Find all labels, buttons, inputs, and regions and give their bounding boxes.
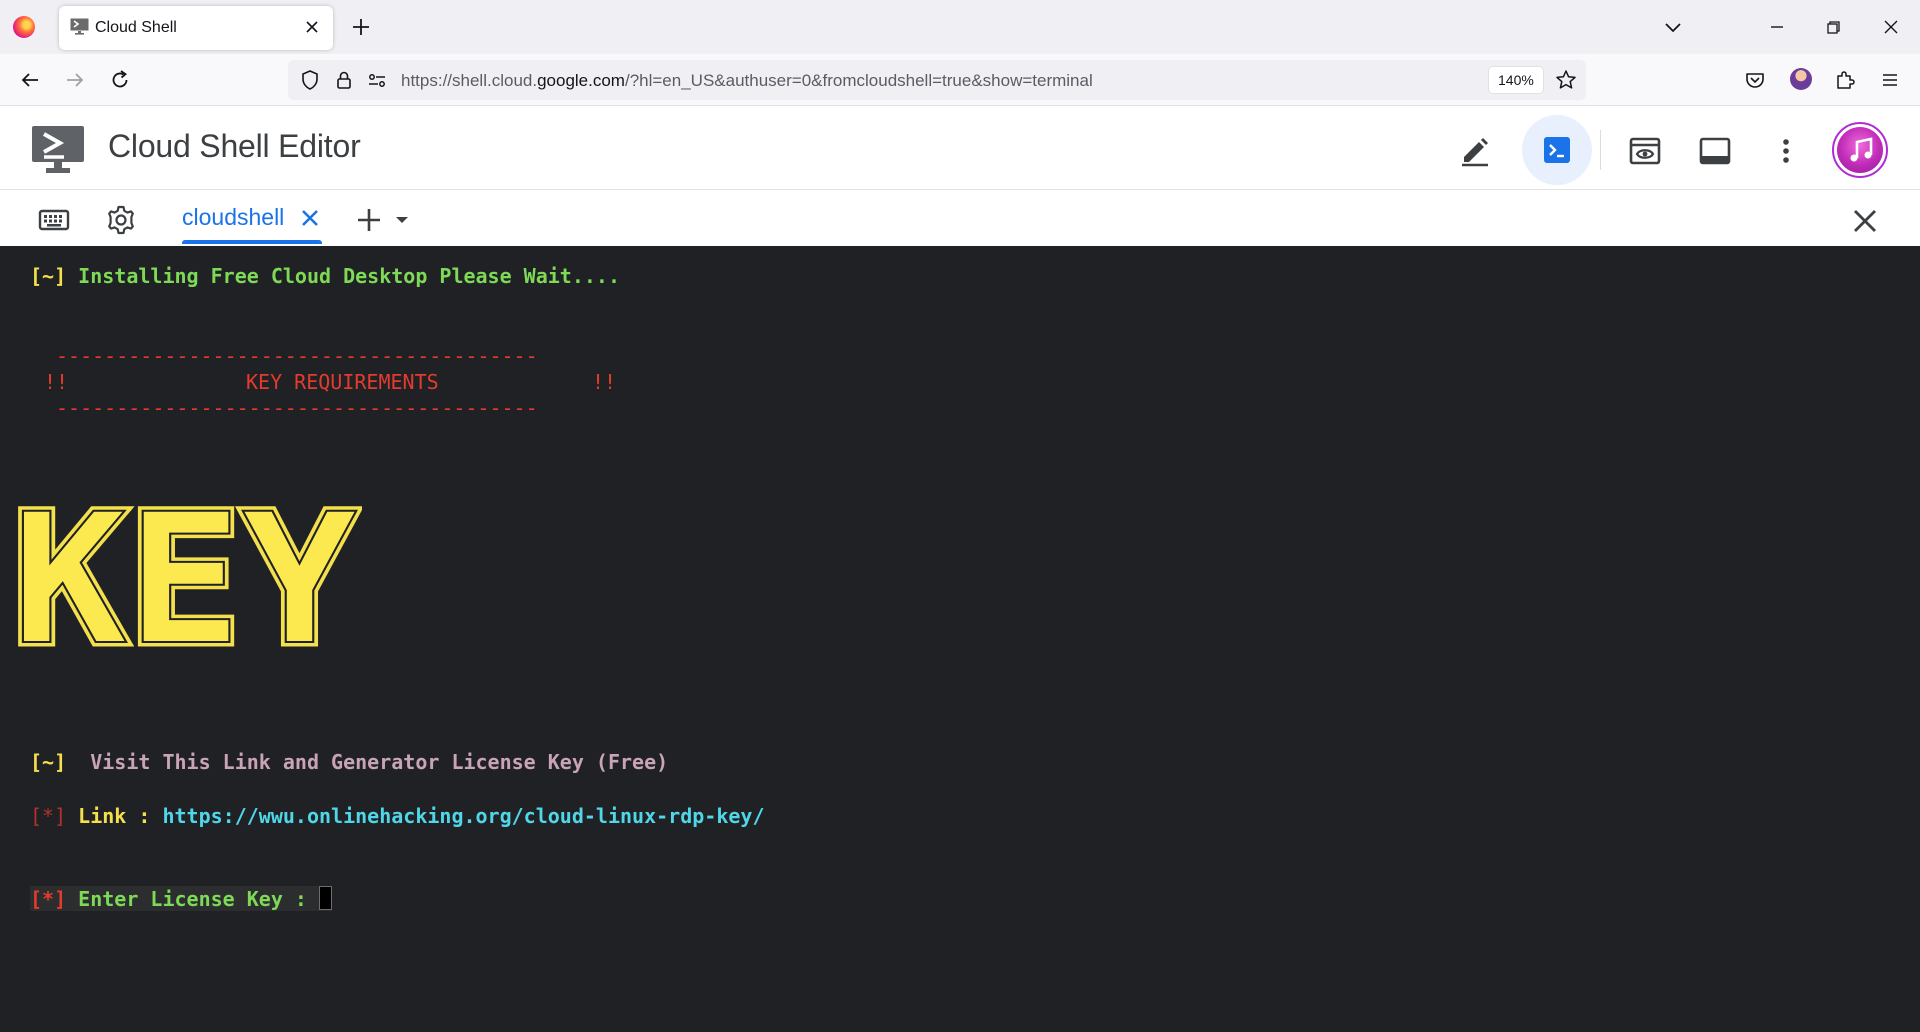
layout-icon[interactable] bbox=[1698, 134, 1732, 168]
lock-icon[interactable] bbox=[333, 69, 355, 91]
terminal-line-visit: [~] Visit This Link and Generator Licens… bbox=[30, 750, 669, 774]
terminal-line-enter-key: [*] Enter License Key : bbox=[30, 886, 332, 911]
url-text[interactable]: https://shell.cloud.google.com/?hl=en_US… bbox=[401, 71, 1093, 91]
pencil-icon[interactable] bbox=[1458, 134, 1492, 168]
terminal-icon bbox=[1544, 137, 1570, 163]
license-link[interactable]: https://wwu.onlinehacking.org/cloud-linu… bbox=[162, 804, 764, 828]
active-tab-indicator bbox=[182, 240, 322, 244]
music-note-icon bbox=[1850, 137, 1873, 162]
zoom-level-badge[interactable]: 140% bbox=[1489, 67, 1543, 93]
extensions-puzzle-icon[interactable] bbox=[1832, 67, 1858, 93]
browser-tab-cloud-shell[interactable]: Cloud Shell bbox=[59, 6, 333, 50]
header-divider bbox=[1600, 130, 1601, 170]
web-preview-icon[interactable] bbox=[1628, 134, 1662, 168]
browser-tab-strip: Cloud Shell bbox=[0, 0, 1920, 54]
terminal-tab-label: cloudshell bbox=[182, 204, 285, 230]
browser-tab-title: Cloud Shell bbox=[95, 19, 177, 36]
pocket-icon[interactable] bbox=[1742, 67, 1768, 93]
ascii-art-key-logo: KEY KEY bbox=[12, 502, 362, 652]
back-arrow-icon[interactable] bbox=[17, 67, 43, 93]
app-menu-hamburger-icon[interactable] bbox=[1877, 67, 1903, 93]
terminal-dash-line-top: ---------------------------------------- bbox=[56, 344, 538, 368]
close-window-icon[interactable] bbox=[1878, 14, 1904, 40]
add-terminal-tab-icon[interactable] bbox=[356, 206, 412, 234]
forward-arrow-icon[interactable] bbox=[62, 67, 88, 93]
terminal-key-requirements: !! KEY REQUIREMENTS!! bbox=[44, 370, 617, 394]
close-tab-icon[interactable] bbox=[301, 16, 323, 38]
more-vert-icon[interactable] bbox=[1769, 134, 1803, 168]
account-avatar-icon[interactable] bbox=[1790, 68, 1812, 90]
reload-icon[interactable] bbox=[107, 67, 133, 93]
terminal-cursor[interactable] bbox=[319, 886, 332, 910]
user-avatar[interactable] bbox=[1832, 122, 1888, 178]
app-title: Cloud Shell Editor bbox=[108, 128, 361, 164]
svg-text:KEY: KEY bbox=[12, 502, 357, 652]
terminal-line-installing: [~] Installing Free Cloud Desktop Please… bbox=[30, 264, 621, 288]
firefox-logo-icon[interactable] bbox=[13, 16, 35, 38]
terminal-line-link: [*] Link : https://wwu.onlinehacking.org… bbox=[30, 804, 765, 828]
settings-gear-icon[interactable] bbox=[105, 204, 137, 236]
restore-window-icon[interactable] bbox=[1820, 14, 1846, 40]
terminal-tab-bar: cloudshell bbox=[0, 190, 1920, 246]
browser-nav-toolbar: https://shell.cloud.google.com/?hl=en_US… bbox=[0, 54, 1920, 106]
tracking-shield-icon[interactable] bbox=[299, 69, 321, 91]
url-bar[interactable]: https://shell.cloud.google.com/?hl=en_US… bbox=[288, 60, 1586, 100]
terminal-output[interactable]: [~] Installing Free Cloud Desktop Please… bbox=[0, 246, 1920, 1032]
close-terminal-tab-icon[interactable] bbox=[300, 208, 320, 228]
app-header: Cloud Shell Editor bbox=[0, 106, 1920, 190]
keyboard-icon[interactable] bbox=[38, 204, 70, 236]
cloud-shell-favicon-icon bbox=[70, 18, 89, 35]
close-terminal-panel-icon[interactable] bbox=[1850, 206, 1880, 236]
cloud-shell-logo-icon[interactable] bbox=[30, 124, 86, 176]
site-permissions-icon[interactable] bbox=[366, 69, 388, 91]
new-tab-plus-icon[interactable] bbox=[348, 14, 374, 40]
list-all-tabs-chevron-icon[interactable] bbox=[1660, 14, 1686, 40]
terminal-tab-cloudshell[interactable]: cloudshell bbox=[170, 190, 328, 246]
open-terminal-button[interactable] bbox=[1522, 115, 1592, 185]
bookmark-star-icon[interactable] bbox=[1554, 68, 1578, 92]
minimize-window-icon[interactable] bbox=[1764, 14, 1790, 40]
terminal-dash-line-bottom: ---------------------------------------- bbox=[56, 396, 538, 420]
